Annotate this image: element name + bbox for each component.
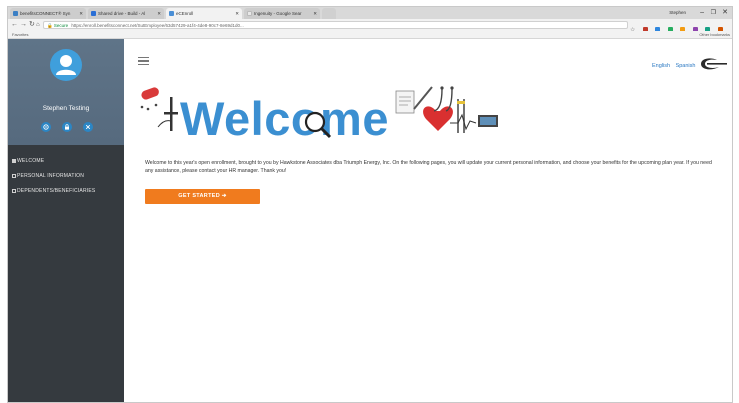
maximize-icon[interactable]: ❐ <box>711 7 716 19</box>
new-tab-button[interactable] <box>322 8 336 19</box>
welcome-banner: Welcome <box>138 79 518 145</box>
tab-strip: benefitsCONNECT® Syn ✕ Shared drive - Bui… <box>8 7 732 19</box>
extension-icons: ☆ ⋮ <box>630 21 732 51</box>
browser-tab-ingenuity[interactable]: Ingenuity - Google Sear ✕ <box>244 8 320 19</box>
logout-button[interactable] <box>83 122 93 132</box>
language-spanish[interactable]: Spanish <box>676 63 696 69</box>
address-bar[interactable]: 🔒 Secure https://enroll.benefitsconnect.… <box>43 21 628 29</box>
lock-icon <box>65 124 69 130</box>
settings-button[interactable] <box>41 122 51 132</box>
checkbox-icon <box>12 189 16 193</box>
tab-label: eCEnroll <box>176 11 194 16</box>
forward-icon[interactable]: → <box>20 19 27 31</box>
gear-icon <box>43 124 49 130</box>
medical-icons <box>395 86 498 133</box>
checkbox-icon <box>12 159 16 163</box>
address-toolbar: ← → ↻ ⌂ 🔒 Secure https://enroll.benefits… <box>8 19 732 51</box>
back-icon[interactable]: ← <box>11 19 18 31</box>
sidebar-item-label: WELCOME <box>17 158 45 164</box>
browser-tab-ecenroll[interactable]: eCEnroll ✕ <box>166 8 242 19</box>
tab-favicon-icon <box>169 11 174 16</box>
secure-label: Secure <box>53 23 69 28</box>
tab-label: Ingenuity - Google Sear <box>254 11 302 16</box>
sidebar-item-welcome[interactable]: WELCOME <box>8 154 124 169</box>
sidebar-item-label: PERSONAL INFORMATION <box>17 173 85 179</box>
intro-text: Welcome to this year's open enrollment, … <box>145 160 712 174</box>
user-icon <box>56 55 76 75</box>
browser-tab-shared-drive[interactable]: Shared drive - Build - Al ✕ <box>88 8 164 19</box>
tab-label: benefitsCONNECT® Syn <box>20 11 71 16</box>
avatar <box>50 49 82 81</box>
url-text: https://enroll.benefitsconnect.net/SutEm… <box>71 23 244 28</box>
minimize-icon[interactable]: – <box>700 7 704 19</box>
sidebar-item-personal-information[interactable]: PERSONAL INFORMATION <box>8 169 124 184</box>
company-logo <box>701 58 727 70</box>
checkbox-icon <box>12 174 16 178</box>
bookmark-other[interactable]: Other bookmarks <box>699 31 730 38</box>
google-icon <box>247 11 252 16</box>
profile-panel: Stephen Testing <box>8 39 124 145</box>
reload-icon[interactable]: ↻ <box>29 19 35 31</box>
lock-button[interactable] <box>62 122 72 132</box>
sidebar-item-dependents-beneficiaries[interactable]: DEPENDENTS/BENEFICIARIES <box>8 184 124 199</box>
sidebar-menu: WELCOME PERSONAL INFORMATION DEPENDENTS/… <box>8 154 124 199</box>
username: Stephen Testing <box>42 105 90 112</box>
bookmarks-bar: Favorites Other bookmarks <box>8 31 732 39</box>
language-english[interactable]: English <box>652 63 670 69</box>
language-switcher: English Spanish <box>652 63 699 69</box>
tab-label: Shared drive - Build - Al <box>98 11 146 16</box>
home-icon[interactable]: ⌂ <box>36 19 40 31</box>
lock-icon: 🔒 <box>47 23 53 28</box>
app-container: Stephen Testing WELCOME PERSONAL INFORMA… <box>8 39 732 402</box>
get-started-button[interactable]: GET STARTED ➔ <box>145 189 260 204</box>
clipboard-icon <box>395 90 415 114</box>
main-content: English Spanish Welcome Welcome to this … <box>124 39 732 402</box>
bookmark-favorites[interactable]: Favorites <box>12 31 28 38</box>
close-icon[interactable]: ✕ <box>79 8 83 19</box>
window-close-icon[interactable]: ✕ <box>722 7 728 19</box>
magnifier-icon <box>304 111 332 139</box>
close-icon <box>85 124 91 130</box>
welcome-title: Welcome <box>180 92 389 145</box>
tab-favicon-icon <box>13 11 18 16</box>
hamburger-menu-icon[interactable] <box>138 57 149 67</box>
tab-favicon-icon <box>91 11 96 16</box>
browser-profile-name[interactable]: Stephen <box>669 7 686 19</box>
close-icon[interactable]: ✕ <box>313 8 317 19</box>
browser-tab-benefitsconnect[interactable]: benefitsCONNECT® Syn ✕ <box>10 8 86 19</box>
sidebar: Stephen Testing WELCOME PERSONAL INFORMA… <box>8 39 124 402</box>
profile-actions <box>37 122 97 132</box>
browser-window: benefitsCONNECT® Syn ✕ Shared drive - Bui… <box>7 6 733 403</box>
sidebar-item-label: DEPENDENTS/BENEFICIARIES <box>17 188 96 194</box>
close-icon[interactable]: ✕ <box>157 8 161 19</box>
close-icon[interactable]: ✕ <box>235 8 239 19</box>
